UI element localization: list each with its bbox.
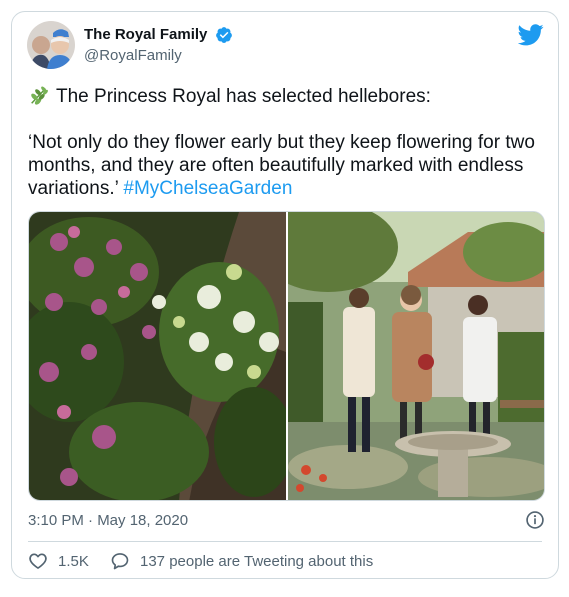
tweet-timestamp[interactable]: 3:10 PM · May 18, 2020 [28, 512, 188, 529]
like-button[interactable]: 1.5K [28, 551, 89, 571]
tweet-media[interactable] [28, 211, 545, 501]
twitter-bird-icon[interactable] [518, 24, 544, 46]
garden-visit-photo[interactable] [258, 212, 544, 500]
tweeting-about-text: 137 people are Tweeting about this [140, 552, 374, 570]
tweeting-about-link[interactable]: 137 people are Tweeting about this [110, 551, 373, 571]
herb-emoji-icon [31, 86, 48, 105]
info-icon[interactable] [525, 510, 545, 530]
like-count: 1.5K [58, 552, 89, 570]
avatar[interactable] [27, 21, 75, 69]
tweet-author: The Royal Family @RoyalFamily [84, 25, 233, 66]
speech-bubble-icon [111, 553, 129, 570]
tweet-text-line1: The Princess Royal has selected hellebor… [56, 86, 431, 107]
verified-badge-icon [215, 27, 232, 43]
hellebores-photo[interactable] [29, 212, 294, 500]
handle[interactable]: @RoyalFamily [84, 46, 233, 66]
hashtag-link[interactable]: #MyChelseaGarden [123, 178, 292, 199]
divider [28, 541, 542, 542]
display-name[interactable]: The Royal Family [84, 25, 207, 45]
tweet-card[interactable]: The Royal Family @RoyalFamily The Prince… [11, 11, 559, 579]
heart-icon [29, 553, 47, 569]
tweet-text: The Princess Royal has selected hellebor… [28, 84, 544, 200]
